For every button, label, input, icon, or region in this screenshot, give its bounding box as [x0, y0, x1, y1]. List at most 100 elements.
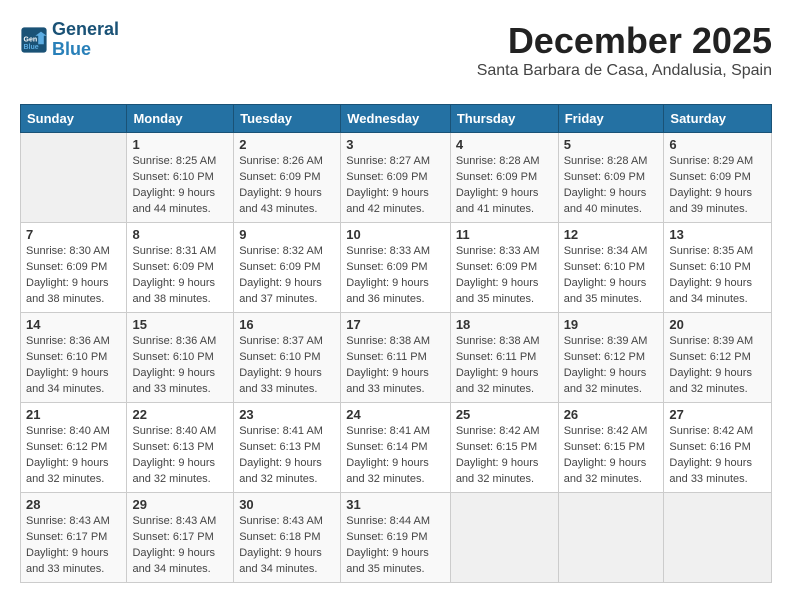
day-number: 11	[456, 227, 553, 242]
day-info: Sunrise: 8:42 AMSunset: 6:15 PMDaylight:…	[456, 424, 553, 488]
logo-icon: Gen Blue	[20, 26, 48, 54]
day-number: 26	[564, 407, 659, 422]
col-wednesday: Wednesday	[341, 105, 451, 133]
day-info: Sunrise: 8:28 AMSunset: 6:09 PMDaylight:…	[456, 154, 553, 218]
col-monday: Monday	[127, 105, 234, 133]
day-cell: 15Sunrise: 8:36 AMSunset: 6:10 PMDayligh…	[127, 313, 234, 403]
day-info: Sunrise: 8:36 AMSunset: 6:10 PMDaylight:…	[26, 334, 121, 398]
day-info: Sunrise: 8:28 AMSunset: 6:09 PMDaylight:…	[564, 154, 659, 218]
day-number: 16	[239, 317, 335, 332]
day-info: Sunrise: 8:25 AMSunset: 6:10 PMDaylight:…	[132, 154, 228, 218]
day-cell: 26 Sunrise: 8:42 AMSunset: 6:15 PMDayligh…	[558, 403, 664, 493]
day-cell: 14 Sunrise: 8:36 AMSunset: 6:10 PMDayligh…	[21, 313, 127, 403]
day-number: 28	[26, 497, 121, 512]
day-info: Sunrise: 8:31 AMSunset: 6:09 PMDaylight:…	[132, 244, 228, 308]
day-number: 4	[456, 137, 553, 152]
header-row: Sunday Monday Tuesday Wednesday Thursday…	[21, 105, 772, 133]
title-section: December 2025 Santa Barbara de Casa, And…	[477, 20, 772, 92]
day-cell: 12 Sunrise: 8:34 AMSunset: 6:10 PMDayligh…	[558, 223, 664, 313]
week-row-1: 1Sunrise: 8:25 AMSunset: 6:10 PMDaylight…	[21, 133, 772, 223]
day-cell	[21, 133, 127, 223]
day-info: Sunrise: 8:41 AMSunset: 6:13 PMDaylight:…	[239, 424, 335, 488]
day-number: 9	[239, 227, 335, 242]
day-info: Sunrise: 8:43 AMSunset: 6:17 PMDaylight:…	[132, 514, 228, 578]
day-cell: 25Sunrise: 8:42 AMSunset: 6:15 PMDayligh…	[450, 403, 558, 493]
week-row-5: 28 Sunrise: 8:43 AMSunset: 6:17 PMDayligh…	[21, 493, 772, 583]
day-number: 17	[346, 317, 445, 332]
day-info: Sunrise: 8:34 AMSunset: 6:10 PMDaylight:…	[564, 244, 659, 308]
location-title: Santa Barbara de Casa, Andalusia, Spain	[477, 62, 772, 80]
logo-text: General Blue	[52, 20, 119, 60]
day-cell: 13Sunrise: 8:35 AMSunset: 6:10 PMDayligh…	[664, 223, 772, 313]
day-info: Sunrise: 8:43 AMSunset: 6:17 PMDaylight:…	[26, 514, 121, 578]
logo: Gen Blue General Blue	[20, 20, 119, 60]
day-cell: 21 Sunrise: 8:40 AMSunset: 6:12 PMDayligh…	[21, 403, 127, 493]
day-cell: 29Sunrise: 8:43 AMSunset: 6:17 PMDayligh…	[127, 493, 234, 583]
day-number: 7	[26, 227, 121, 242]
day-number: 15	[132, 317, 228, 332]
day-info: Sunrise: 8:39 AMSunset: 6:12 PMDaylight:…	[564, 334, 659, 398]
day-number: 20	[669, 317, 766, 332]
day-number: 18	[456, 317, 553, 332]
day-cell: 30 Sunrise: 8:43 AMSunset: 6:18 PMDayligh…	[234, 493, 341, 583]
day-cell: 18Sunrise: 8:38 AMSunset: 6:11 PMDayligh…	[450, 313, 558, 403]
col-saturday: Saturday	[664, 105, 772, 133]
day-cell: 3 Sunrise: 8:27 AMSunset: 6:09 PMDaylight…	[341, 133, 451, 223]
day-cell: 1Sunrise: 8:25 AMSunset: 6:10 PMDaylight…	[127, 133, 234, 223]
day-cell	[558, 493, 664, 583]
day-info: Sunrise: 8:35 AMSunset: 6:10 PMDaylight:…	[669, 244, 766, 308]
day-number: 27	[669, 407, 766, 422]
day-info: Sunrise: 8:40 AMSunset: 6:13 PMDaylight:…	[132, 424, 228, 488]
day-cell: 22Sunrise: 8:40 AMSunset: 6:13 PMDayligh…	[127, 403, 234, 493]
day-number: 6	[669, 137, 766, 152]
col-tuesday: Tuesday	[234, 105, 341, 133]
day-number: 30	[239, 497, 335, 512]
day-cell	[450, 493, 558, 583]
day-cell: 4 Sunrise: 8:28 AMSunset: 6:09 PMDaylight…	[450, 133, 558, 223]
day-cell: 6 Sunrise: 8:29 AMSunset: 6:09 PMDaylight…	[664, 133, 772, 223]
day-cell: 28 Sunrise: 8:43 AMSunset: 6:17 PMDayligh…	[21, 493, 127, 583]
day-info: Sunrise: 8:40 AMSunset: 6:12 PMDaylight:…	[26, 424, 121, 488]
day-number: 24	[346, 407, 445, 422]
day-number: 14	[26, 317, 121, 332]
day-info: Sunrise: 8:42 AMSunset: 6:16 PMDaylight:…	[669, 424, 766, 488]
day-number: 10	[346, 227, 445, 242]
day-number: 19	[564, 317, 659, 332]
day-cell: 23 Sunrise: 8:41 AMSunset: 6:13 PMDayligh…	[234, 403, 341, 493]
day-cell: 7 Sunrise: 8:30 AMSunset: 6:09 PMDaylight…	[21, 223, 127, 313]
day-info: Sunrise: 8:29 AMSunset: 6:09 PMDaylight:…	[669, 154, 766, 218]
day-number: 5	[564, 137, 659, 152]
day-info: Sunrise: 8:30 AMSunset: 6:09 PMDaylight:…	[26, 244, 121, 308]
day-number: 23	[239, 407, 335, 422]
day-info: Sunrise: 8:38 AMSunset: 6:11 PMDaylight:…	[346, 334, 445, 398]
day-number: 3	[346, 137, 445, 152]
day-info: Sunrise: 8:32 AMSunset: 6:09 PMDaylight:…	[239, 244, 335, 308]
day-info: Sunrise: 8:33 AMSunset: 6:09 PMDaylight:…	[346, 244, 445, 308]
day-info: Sunrise: 8:41 AMSunset: 6:14 PMDaylight:…	[346, 424, 445, 488]
day-cell: 10 Sunrise: 8:33 AMSunset: 6:09 PMDayligh…	[341, 223, 451, 313]
day-cell: 5 Sunrise: 8:28 AMSunset: 6:09 PMDaylight…	[558, 133, 664, 223]
day-number: 2	[239, 137, 335, 152]
week-row-2: 7 Sunrise: 8:30 AMSunset: 6:09 PMDaylight…	[21, 223, 772, 313]
day-info: Sunrise: 8:43 AMSunset: 6:18 PMDaylight:…	[239, 514, 335, 578]
day-info: Sunrise: 8:42 AMSunset: 6:15 PMDaylight:…	[564, 424, 659, 488]
day-cell: 24 Sunrise: 8:41 AMSunset: 6:14 PMDayligh…	[341, 403, 451, 493]
day-cell: 11 Sunrise: 8:33 AMSunset: 6:09 PMDayligh…	[450, 223, 558, 313]
day-cell: 17 Sunrise: 8:38 AMSunset: 6:11 PMDayligh…	[341, 313, 451, 403]
day-info: Sunrise: 8:26 AMSunset: 6:09 PMDaylight:…	[239, 154, 335, 218]
day-cell: 9 Sunrise: 8:32 AMSunset: 6:09 PMDaylight…	[234, 223, 341, 313]
calendar-table: Sunday Monday Tuesday Wednesday Thursday…	[20, 104, 772, 583]
day-cell: 2 Sunrise: 8:26 AMSunset: 6:09 PMDaylight…	[234, 133, 341, 223]
col-thursday: Thursday	[450, 105, 558, 133]
day-number: 31	[346, 497, 445, 512]
day-cell: 31Sunrise: 8:44 AMSunset: 6:19 PMDayligh…	[341, 493, 451, 583]
day-number: 21	[26, 407, 121, 422]
day-number: 8	[132, 227, 228, 242]
day-info: Sunrise: 8:37 AMSunset: 6:10 PMDaylight:…	[239, 334, 335, 398]
svg-text:Gen: Gen	[24, 36, 38, 43]
col-sunday: Sunday	[21, 105, 127, 133]
week-row-4: 21 Sunrise: 8:40 AMSunset: 6:12 PMDayligh…	[21, 403, 772, 493]
day-info: Sunrise: 8:33 AMSunset: 6:09 PMDaylight:…	[456, 244, 553, 308]
day-number: 12	[564, 227, 659, 242]
day-info: Sunrise: 8:27 AMSunset: 6:09 PMDaylight:…	[346, 154, 445, 218]
